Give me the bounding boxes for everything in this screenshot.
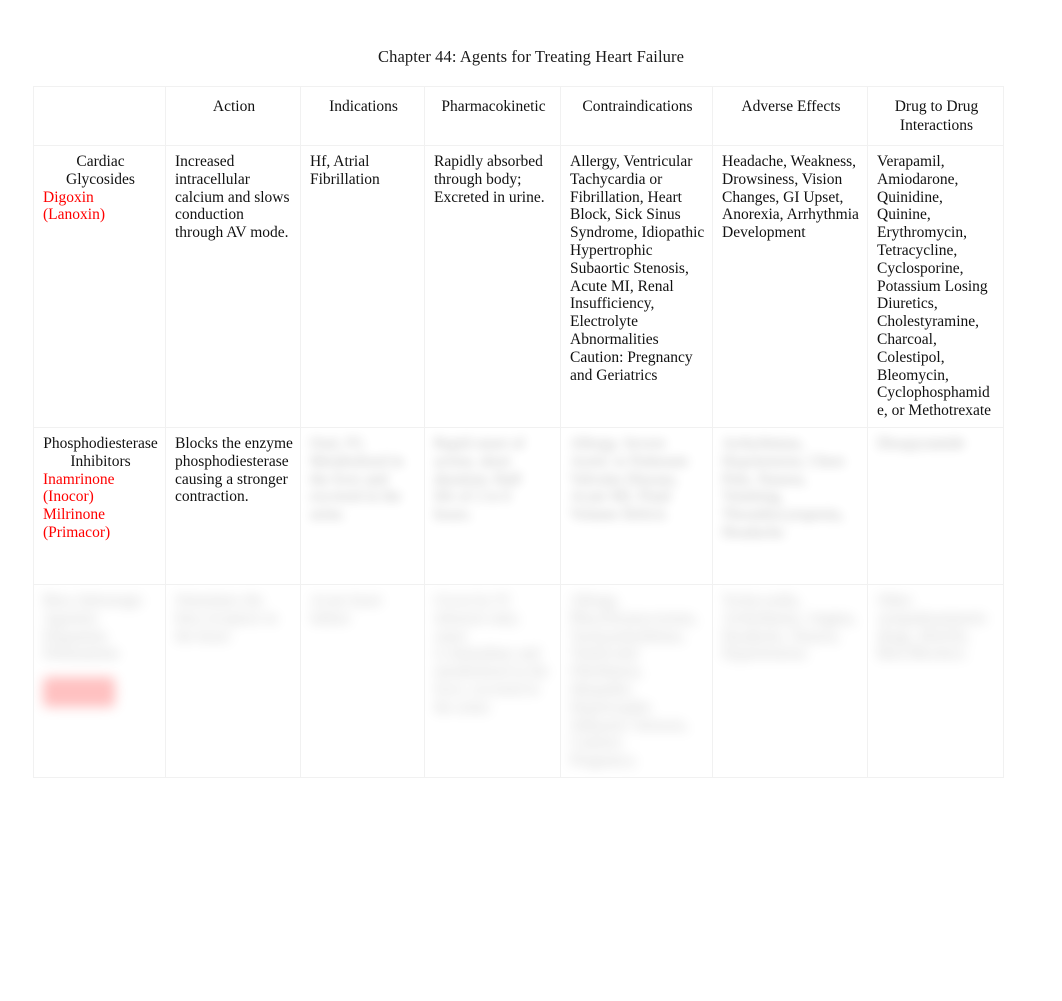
cell-contraindications: Allergy, Severe Aortic or Pulmonic Valvula… [560, 426, 713, 585]
cell-drug-class: Phosphodiesterase Inhibitors Inamrinone … [33, 426, 166, 585]
table-row: Beta Adrenergic Agonists Dopamine Dobutamin… [33, 583, 1004, 778]
obscured-content: Disopyramide [877, 434, 965, 452]
column-header-indications: Indications [300, 86, 425, 146]
cell-drug-to-drug-interactions: Other sympathomimetic drugs, MAOIs, Beta B… [867, 583, 1004, 778]
column-header-drug-class [33, 86, 166, 146]
obscured-content: Oral, IV; Metabolized in the liver and excr… [310, 434, 404, 524]
column-header-indications-label: Indications [329, 98, 398, 115]
obscured-content: Rapid onset of action, short duration; Hal… [434, 434, 525, 524]
cell-contraindications: Allergy, Pheochromocytoma, Tachyarrhythmia… [560, 583, 713, 778]
column-header-contraindications: Contraindications [560, 86, 713, 146]
obscured-content: Given by IV infusion only; onset is immedi… [434, 591, 549, 716]
cell-action: Blocks the enzyme phosphodiesterase caus… [165, 426, 301, 585]
drug-class-name: Phosphodiesterase Inhibitors [43, 434, 158, 470]
cell-indications: Hf, Atrial Fibrillation [300, 145, 425, 428]
column-header-pharmacokinetic-label: Pharmacokinetic [441, 98, 546, 115]
obscured-content: Other sympathomimetic drugs, MAOIs, Beta B… [877, 591, 989, 663]
cell-indications: Oral, IV; Metabolized in the liver and excr… [300, 426, 425, 585]
drug-name: Inamrinone (Inocor) [43, 470, 115, 506]
obscured-content: Arrhythmias, Hypotension, Chest Pain, Naus… [722, 434, 845, 541]
column-header-drug-to-drug-interactions-label: Drug to Drug Interactions [894, 98, 979, 134]
column-header-pharmacokinetic: Pharmacokinetic [424, 86, 561, 146]
drug-class-name: Cardiac Glycosides [66, 153, 135, 188]
cell-pharmacokinetic: Given by IV infusion only; onset is immedi… [424, 583, 561, 778]
column-header-adverse-effects: Adverse Effects [712, 86, 868, 146]
obscured-content: Beta Adrenergic Agonists Dopamine Dobutamin… [43, 591, 144, 663]
obscured-content: Stimulates the beta receptors in the heart… [175, 591, 278, 645]
cell-drug-class: Beta Adrenergic Agonists Dopamine Dobutamin… [33, 583, 166, 778]
obscured-content: Acute heart failure [310, 591, 382, 627]
obscured-content: Allergy, Severe Aortic or Pulmonic Valvula… [570, 434, 690, 524]
redaction-highlight [43, 677, 115, 708]
cell-drug-class: Cardiac Glycosides Digoxin (Lanoxin) [33, 145, 166, 428]
cell-pharmacokinetic: Rapid onset of action, short duration; Hal… [424, 426, 561, 585]
obscured-content: Tachycardia, Arrhythmias, Angina, Headache… [722, 591, 857, 663]
drug-comparison-table: Action Indications Pharmacokinetic Contr… [33, 86, 1004, 778]
drug-name: Milrinone (Primacor) [43, 506, 111, 541]
column-header-action-label: Action [212, 98, 256, 115]
cell-adverse-effects: Headache, Weakness, Drowsiness, Vision C… [712, 145, 868, 428]
cell-action: Increased intracellular calcium and slow… [165, 145, 301, 428]
cell-adverse-effects: Tachycardia, Arrhythmias, Angina, Headache… [712, 583, 868, 778]
page-title: Chapter 44: Agents for Treating Heart Fa… [377, 47, 685, 66]
table-row: Phosphodiesterase Inhibitors Inamrinone … [33, 426, 1004, 585]
cell-indications: Acute heart failure [300, 583, 425, 778]
cell-adverse-effects: Arrhythmias, Hypotension, Chest Pain, Naus… [712, 426, 868, 585]
cell-contraindications: Allergy, Ventricular Tachycardia or Fibr… [560, 145, 713, 428]
cell-drug-to-drug-interactions: Disopyramide [867, 426, 1004, 585]
table-header-row: Action Indications Pharmacokinetic Contr… [33, 86, 1004, 146]
column-header-drug-to-drug-interactions: Drug to Drug Interactions [867, 86, 1004, 146]
column-header-contraindications-label: Contraindications [582, 98, 693, 115]
drug-comparison-table-wrapper: Action Indications Pharmacokinetic Contr… [33, 86, 1004, 778]
cell-drug-to-drug-interactions: Verapamil, Amiodarone, Quinidine, Quinin… [867, 145, 1004, 428]
column-header-adverse-effects-label: Adverse Effects [741, 98, 841, 115]
drug-name: Digoxin (Lanoxin) [43, 188, 105, 224]
cell-action: Stimulates the beta receptors in the heart… [165, 583, 301, 778]
table-row: Cardiac Glycosides Digoxin (Lanoxin) Inc… [33, 145, 1004, 428]
column-header-action: Action [165, 86, 301, 146]
cell-pharmacokinetic: Rapidly absorbed through body; Excreted … [424, 145, 561, 428]
obscured-content: Allergy, Pheochromocytoma, Tachyarrhythmia… [570, 591, 698, 770]
document-page: Chapter 44: Agents for Treating Heart Fa… [0, 0, 1062, 1001]
